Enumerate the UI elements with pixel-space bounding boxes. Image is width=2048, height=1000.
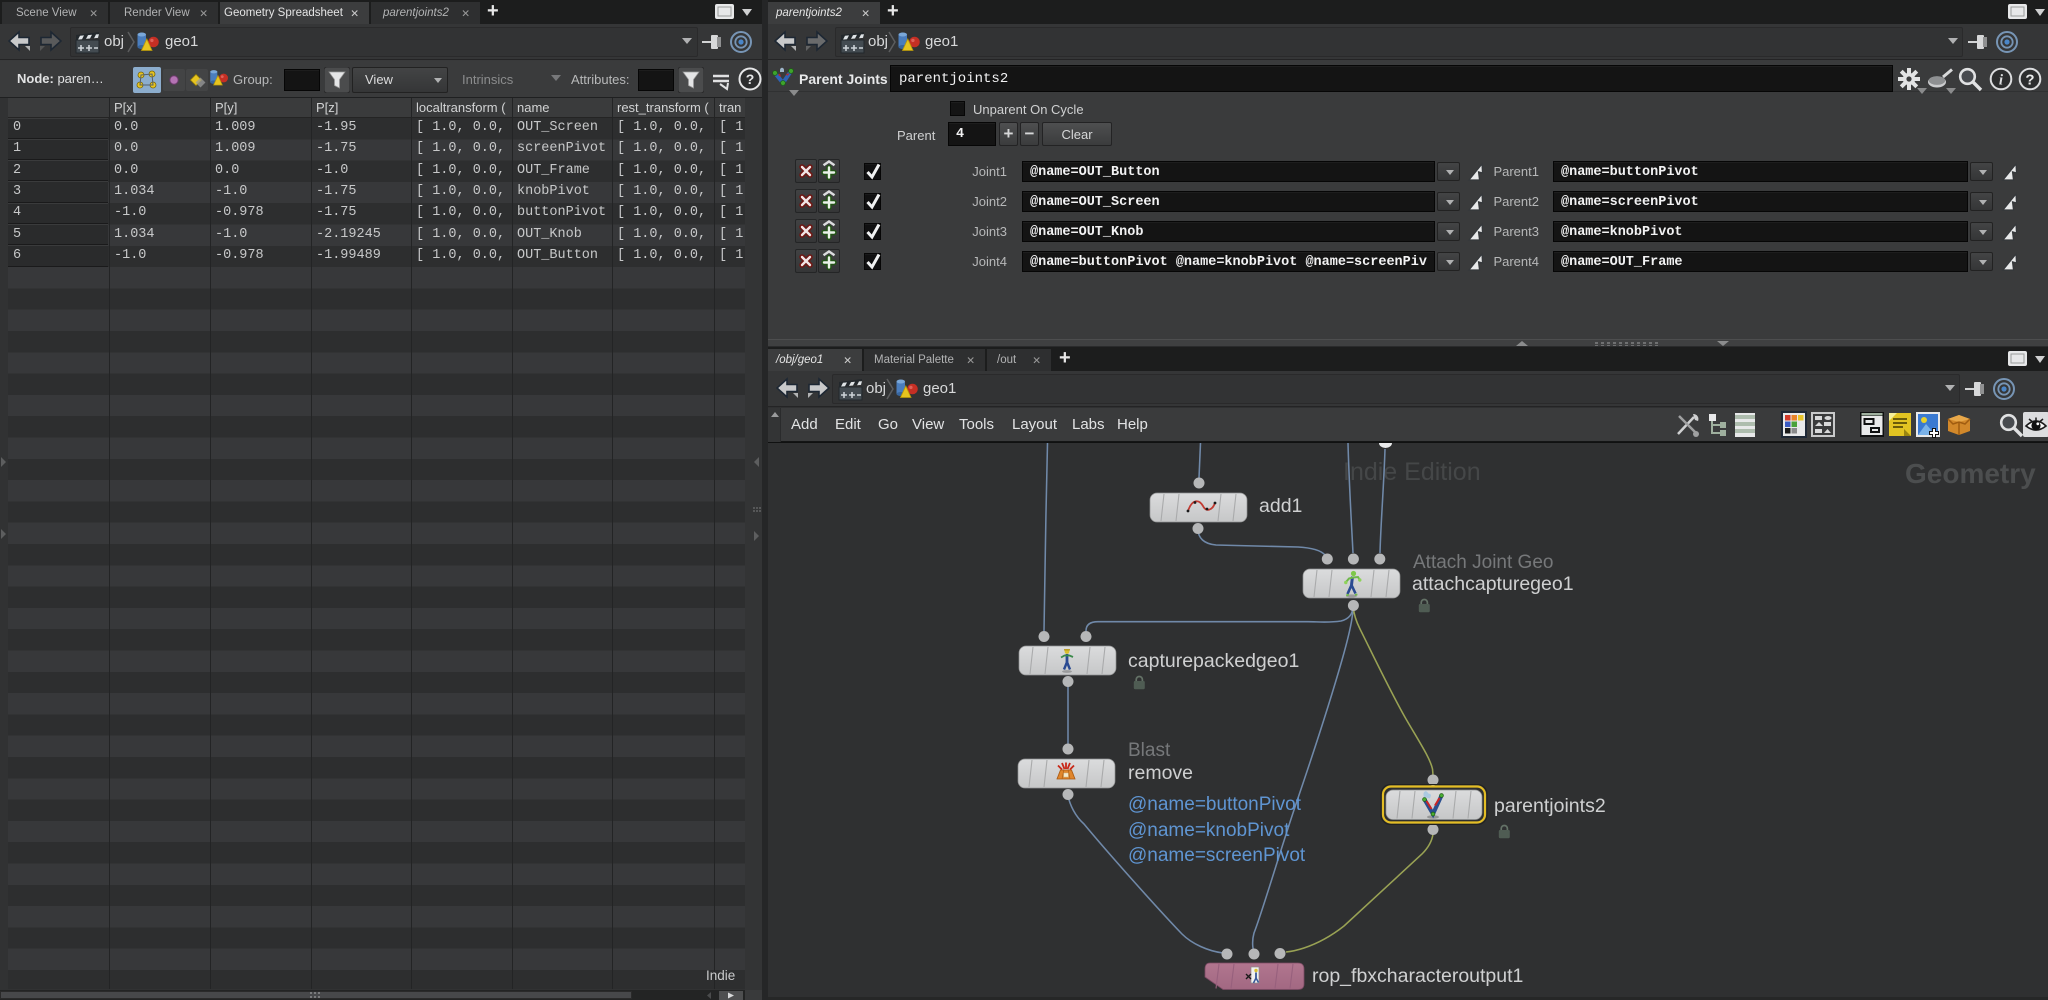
svg-text:?: ? xyxy=(2025,72,2034,89)
svg-text:?: ? xyxy=(746,71,755,87)
